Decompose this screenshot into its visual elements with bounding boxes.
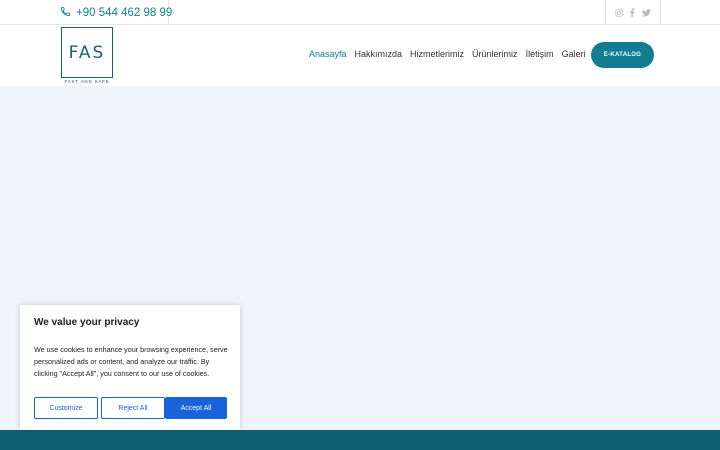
nav-item-galeri[interactable]: Galeri (562, 49, 586, 59)
main-header: FAS FAST AND SAFE Anasayfa Hakkımızda Hi… (0, 25, 720, 86)
phone-contact[interactable]: +90 544 462 98 99 (60, 0, 173, 25)
logo-mark: FAS (61, 27, 113, 78)
facebook-icon[interactable] (629, 8, 635, 17)
cookie-consent-banner: We value your privacy We use cookies to … (20, 305, 240, 430)
social-links (605, 0, 661, 25)
nav-item-hizmetlerimiz[interactable]: Hizmetlerimiz (410, 49, 464, 59)
site-logo[interactable]: FAS FAST AND SAFE (61, 27, 113, 84)
twitter-icon[interactable] (641, 8, 651, 17)
nav-item-anasayfa[interactable]: Anasayfa (309, 49, 347, 59)
reject-all-button[interactable]: Reject All (101, 397, 165, 419)
cookie-description: We use cookies to enhance your browsing … (34, 345, 228, 378)
phone-number: +90 544 462 98 99 (76, 6, 173, 19)
top-bar: +90 544 462 98 99 (0, 0, 720, 25)
customize-button[interactable]: Customize (34, 397, 98, 419)
phone-icon (60, 4, 71, 22)
nav-item-hakkimizda[interactable]: Hakkımızda (355, 49, 403, 59)
nav-item-iletisim[interactable]: İletişim (526, 49, 554, 59)
nav-item-urunlerimiz[interactable]: Ürünlerimiz (472, 49, 518, 59)
logo-letters: FAS (68, 42, 106, 63)
e-katalog-button[interactable]: E-KATALOG (591, 42, 654, 68)
footer-band (0, 430, 720, 450)
main-nav: Anasayfa Hakkımızda Hizmetlerimiz Ürünle… (309, 49, 586, 59)
accept-all-button[interactable]: Accept All (165, 397, 227, 419)
cookie-title: We value your privacy (34, 317, 140, 328)
instagram-icon[interactable] (615, 8, 623, 17)
logo-tagline: FAST AND SAFE (64, 79, 110, 84)
